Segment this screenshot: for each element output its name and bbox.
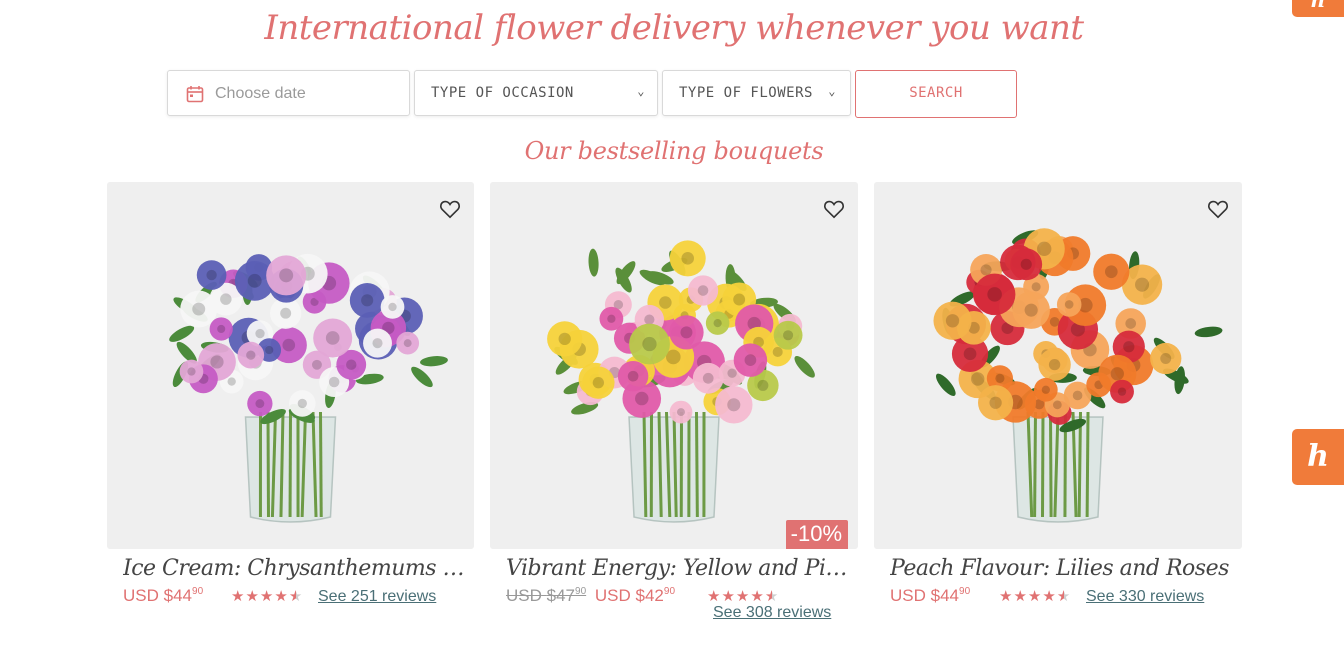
- star-icon: ★: [231, 588, 246, 605]
- rating-stars: ★★★★★: [999, 587, 1071, 605]
- search-button[interactable]: SEARCH: [855, 70, 1017, 118]
- half-star-icon: ★: [288, 588, 304, 605]
- star-icon: ★: [274, 588, 289, 605]
- occasion-select-label: TYPE OF OCCASION: [431, 85, 574, 101]
- star-icon: ★: [999, 588, 1014, 605]
- rating-stars: ★★★★★: [231, 587, 303, 605]
- price-row: USD $4790 USD $4290: [506, 586, 675, 606]
- reviews-widget-tab[interactable]: h: [1292, 0, 1344, 17]
- half-star-icon: ★: [764, 588, 780, 605]
- hero-title: International flower delivery whenever y…: [264, 8, 1084, 48]
- chevron-down-icon: ⌄: [637, 84, 645, 98]
- heart-icon[interactable]: [1207, 199, 1229, 219]
- chevron-down-icon: ⌄: [828, 84, 836, 98]
- product-name[interactable]: Vibrant Energy: Yellow and Pink...: [506, 556, 851, 581]
- half-star-icon: ★: [1056, 588, 1072, 605]
- product-image[interactable]: [107, 182, 474, 549]
- discount-badge: -10%: [785, 520, 848, 549]
- bouquet-image: [169, 253, 448, 523]
- product-image[interactable]: -10%: [490, 182, 858, 549]
- price: USD $4490: [123, 586, 204, 605]
- heart-icon[interactable]: [439, 199, 461, 219]
- star-icon: ★: [1042, 588, 1057, 605]
- star-icon: ★: [1027, 588, 1043, 605]
- product-card[interactable]: Peach Flavour: Lilies and Roses USD $449…: [874, 182, 1242, 605]
- date-placeholder: Choose date: [215, 85, 306, 102]
- flowers-select[interactable]: TYPE OF FLOWERS ⌄: [662, 70, 851, 116]
- star-icon: ★: [721, 588, 736, 605]
- reviews-link[interactable]: See 251 reviews: [318, 588, 436, 606]
- star-icon: ★: [707, 588, 722, 605]
- flowers-select-label: TYPE OF FLOWERS: [679, 85, 813, 101]
- reviews-link[interactable]: See 330 reviews: [1086, 588, 1204, 606]
- reviews-link[interactable]: See 308 reviews: [713, 604, 831, 622]
- price-row: USD $4490: [890, 586, 970, 606]
- star-icon: ★: [750, 588, 765, 605]
- product-name[interactable]: Ice Cream: Chrysanthemums and...: [123, 556, 468, 581]
- old-price: USD $4790: [506, 586, 587, 605]
- star-icon: ★: [259, 588, 275, 605]
- star-icon: ★: [735, 588, 751, 605]
- price: USD $4490: [890, 586, 971, 605]
- product-card[interactable]: Ice Cream: Chrysanthemums and... USD $44…: [107, 182, 474, 605]
- star-icon: ★: [245, 588, 260, 605]
- heart-icon[interactable]: [823, 199, 845, 219]
- product-card[interactable]: -10% Vibrant Energy: Yellow and Pink... …: [490, 182, 858, 621]
- date-picker-field[interactable]: Choose date: [167, 70, 410, 116]
- occasion-select[interactable]: TYPE OF OCCASION ⌄: [414, 70, 658, 116]
- star-icon: ★: [1013, 588, 1028, 605]
- price-row: USD $4490: [123, 586, 203, 606]
- section-title: Our bestselling bouquets: [524, 137, 824, 165]
- rating-stars: ★★★★★: [707, 587, 779, 605]
- reviews-widget-button[interactable]: h: [1292, 429, 1344, 485]
- bouquet-image: [547, 240, 815, 523]
- price: USD $4290: [594, 586, 676, 605]
- calendar-icon: [186, 86, 204, 103]
- product-image[interactable]: [874, 182, 1242, 549]
- bouquet-image: [933, 228, 1223, 523]
- product-name[interactable]: Peach Flavour: Lilies and Roses: [890, 556, 1235, 581]
